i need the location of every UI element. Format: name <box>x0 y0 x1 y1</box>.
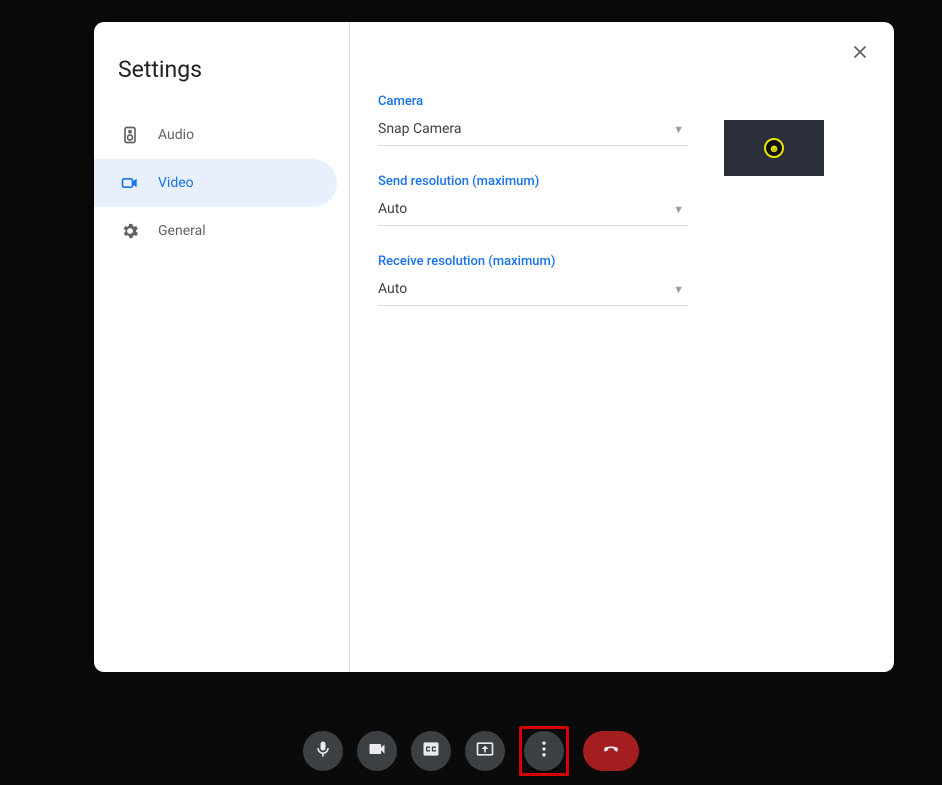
send-resolution-field: Send resolution (maximum) Auto ▼ <box>378 174 688 226</box>
sidebar-item-label: Audio <box>158 127 194 143</box>
select-value: Auto <box>378 201 407 217</box>
field-label: Send resolution (maximum) <box>378 174 688 189</box>
sidebar-item-audio[interactable]: Audio <box>94 111 337 159</box>
field-label: Camera <box>378 94 688 109</box>
gear-icon <box>120 221 140 241</box>
select-value: Snap Camera <box>378 121 462 137</box>
settings-title: Settings <box>94 40 349 111</box>
chevron-down-icon: ▼ <box>673 283 684 296</box>
closed-captions-button[interactable] <box>411 731 451 771</box>
field-label: Receive resolution (maximum) <box>378 254 688 269</box>
camera-preview: ☻ <box>724 120 824 176</box>
videocam-icon <box>367 739 387 763</box>
more-options-highlight <box>519 726 569 776</box>
video-settings-controls: Camera Snap Camera ▼ Send resolution (ma… <box>378 94 688 334</box>
chevron-down-icon: ▼ <box>673 203 684 216</box>
hangup-icon <box>601 739 621 763</box>
speaker-icon <box>120 125 140 145</box>
sidebar-item-general[interactable]: General <box>94 207 337 255</box>
sidebar-item-video[interactable]: Video <box>94 159 337 207</box>
settings-panel: Camera Snap Camera ▼ Send resolution (ma… <box>350 22 894 672</box>
close-button[interactable] <box>846 40 874 68</box>
select-value: Auto <box>378 281 407 297</box>
send-resolution-select[interactable]: Auto ▼ <box>378 197 688 226</box>
receive-resolution-select[interactable]: Auto ▼ <box>378 277 688 306</box>
more-vert-icon <box>534 739 554 763</box>
settings-sidebar: Settings Audio Video General <box>94 22 350 672</box>
sidebar-item-label: General <box>158 223 206 239</box>
close-icon <box>849 41 871 67</box>
call-controls-bar <box>0 725 942 777</box>
present-button[interactable] <box>465 731 505 771</box>
hangup-button[interactable] <box>583 731 639 771</box>
settings-dialog: Settings Audio Video General <box>94 22 894 672</box>
camera-button[interactable] <box>357 731 397 771</box>
videocam-icon <box>120 173 140 193</box>
present-icon <box>475 739 495 763</box>
more-options-button[interactable] <box>524 731 564 771</box>
camera-field: Camera Snap Camera ▼ <box>378 94 688 146</box>
snap-camera-lens-icon: ☻ <box>764 138 784 158</box>
sidebar-item-label: Video <box>158 175 194 191</box>
receive-resolution-field: Receive resolution (maximum) Auto ▼ <box>378 254 688 306</box>
mic-icon <box>313 739 333 763</box>
microphone-button[interactable] <box>303 731 343 771</box>
camera-select[interactable]: Snap Camera ▼ <box>378 117 688 146</box>
chevron-down-icon: ▼ <box>673 123 684 136</box>
cc-icon <box>421 739 441 763</box>
